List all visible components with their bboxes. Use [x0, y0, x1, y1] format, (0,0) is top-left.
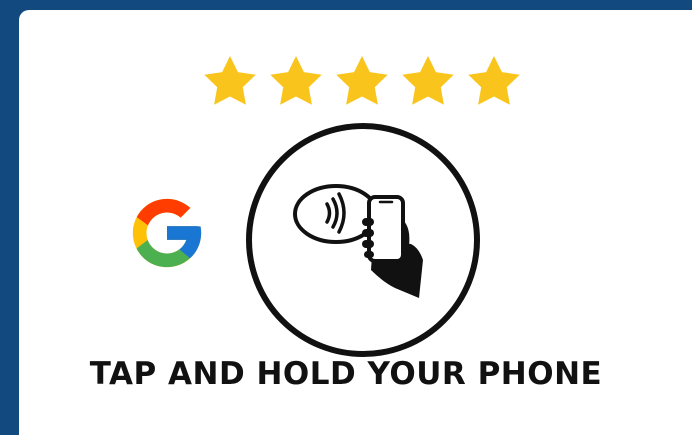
- star-rating: [199, 52, 529, 112]
- star-rating-graphic: [204, 56, 520, 105]
- tap-phone-graphic: [243, 120, 483, 360]
- star-icon: [270, 56, 322, 105]
- tap-instruction-text: TAP AND HOLD YOUR PHONE: [89, 356, 603, 392]
- tap-circle-outline: [246, 123, 480, 357]
- hand-holding-phone-icon: [362, 195, 423, 298]
- star-icon: [402, 56, 454, 105]
- star-icon: [336, 56, 388, 105]
- star-icon: [204, 56, 256, 105]
- google-icon: [126, 192, 208, 274]
- star-icon: [468, 56, 520, 105]
